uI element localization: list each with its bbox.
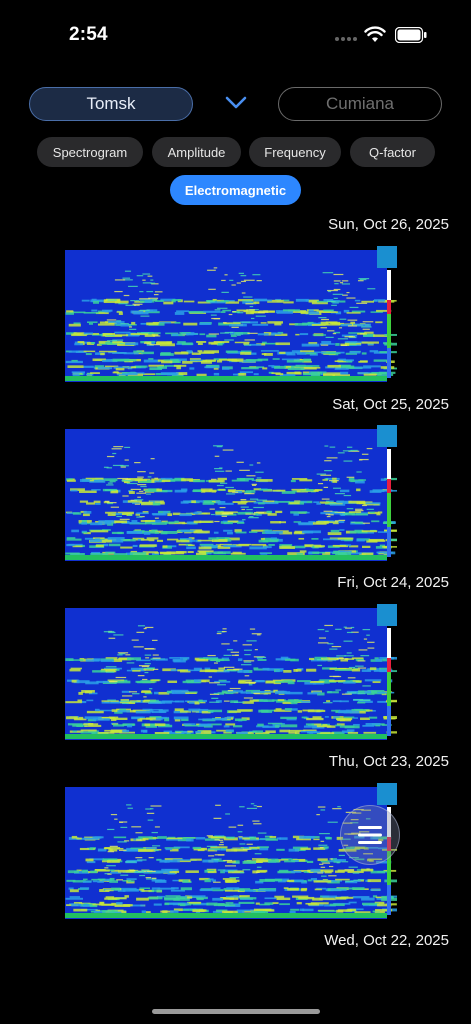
tab-electromagnetic[interactable]: Electromagnetic — [170, 175, 301, 205]
battery-icon — [395, 27, 427, 43]
tab-q-factor[interactable]: Q-factor — [350, 137, 435, 167]
home-indicator — [152, 1009, 320, 1014]
wifi-icon — [364, 26, 386, 42]
date-label: Sat, Oct 25, 2025 — [332, 396, 449, 413]
date-label: Sun, Oct 26, 2025 — [328, 216, 449, 233]
tab-frequency[interactable]: Frequency — [249, 137, 341, 167]
spectrogram-image[interactable] — [57, 246, 397, 388]
hamburger-icon — [358, 826, 382, 844]
chevron-down-icon[interactable] — [224, 94, 248, 112]
date-label: Thu, Oct 23, 2025 — [328, 753, 449, 770]
date-label: Wed, Oct 22, 2025 — [324, 932, 449, 949]
spectrogram-image[interactable] — [57, 425, 397, 567]
station-tomsk-button[interactable]: Tomsk — [29, 87, 193, 121]
signal-icon — [335, 37, 359, 43]
tab-amplitude[interactable]: Amplitude — [152, 137, 241, 167]
status-time: 2:54 — [69, 24, 108, 45]
tab-spectrogram[interactable]: Spectrogram — [37, 137, 143, 167]
menu-button[interactable] — [340, 805, 400, 865]
date-label: Fri, Oct 24, 2025 — [337, 574, 449, 591]
status-bar: 2:54 — [0, 0, 471, 70]
station-cumiana-button[interactable]: Cumiana — [278, 87, 442, 121]
spectrogram-image[interactable] — [57, 604, 397, 746]
